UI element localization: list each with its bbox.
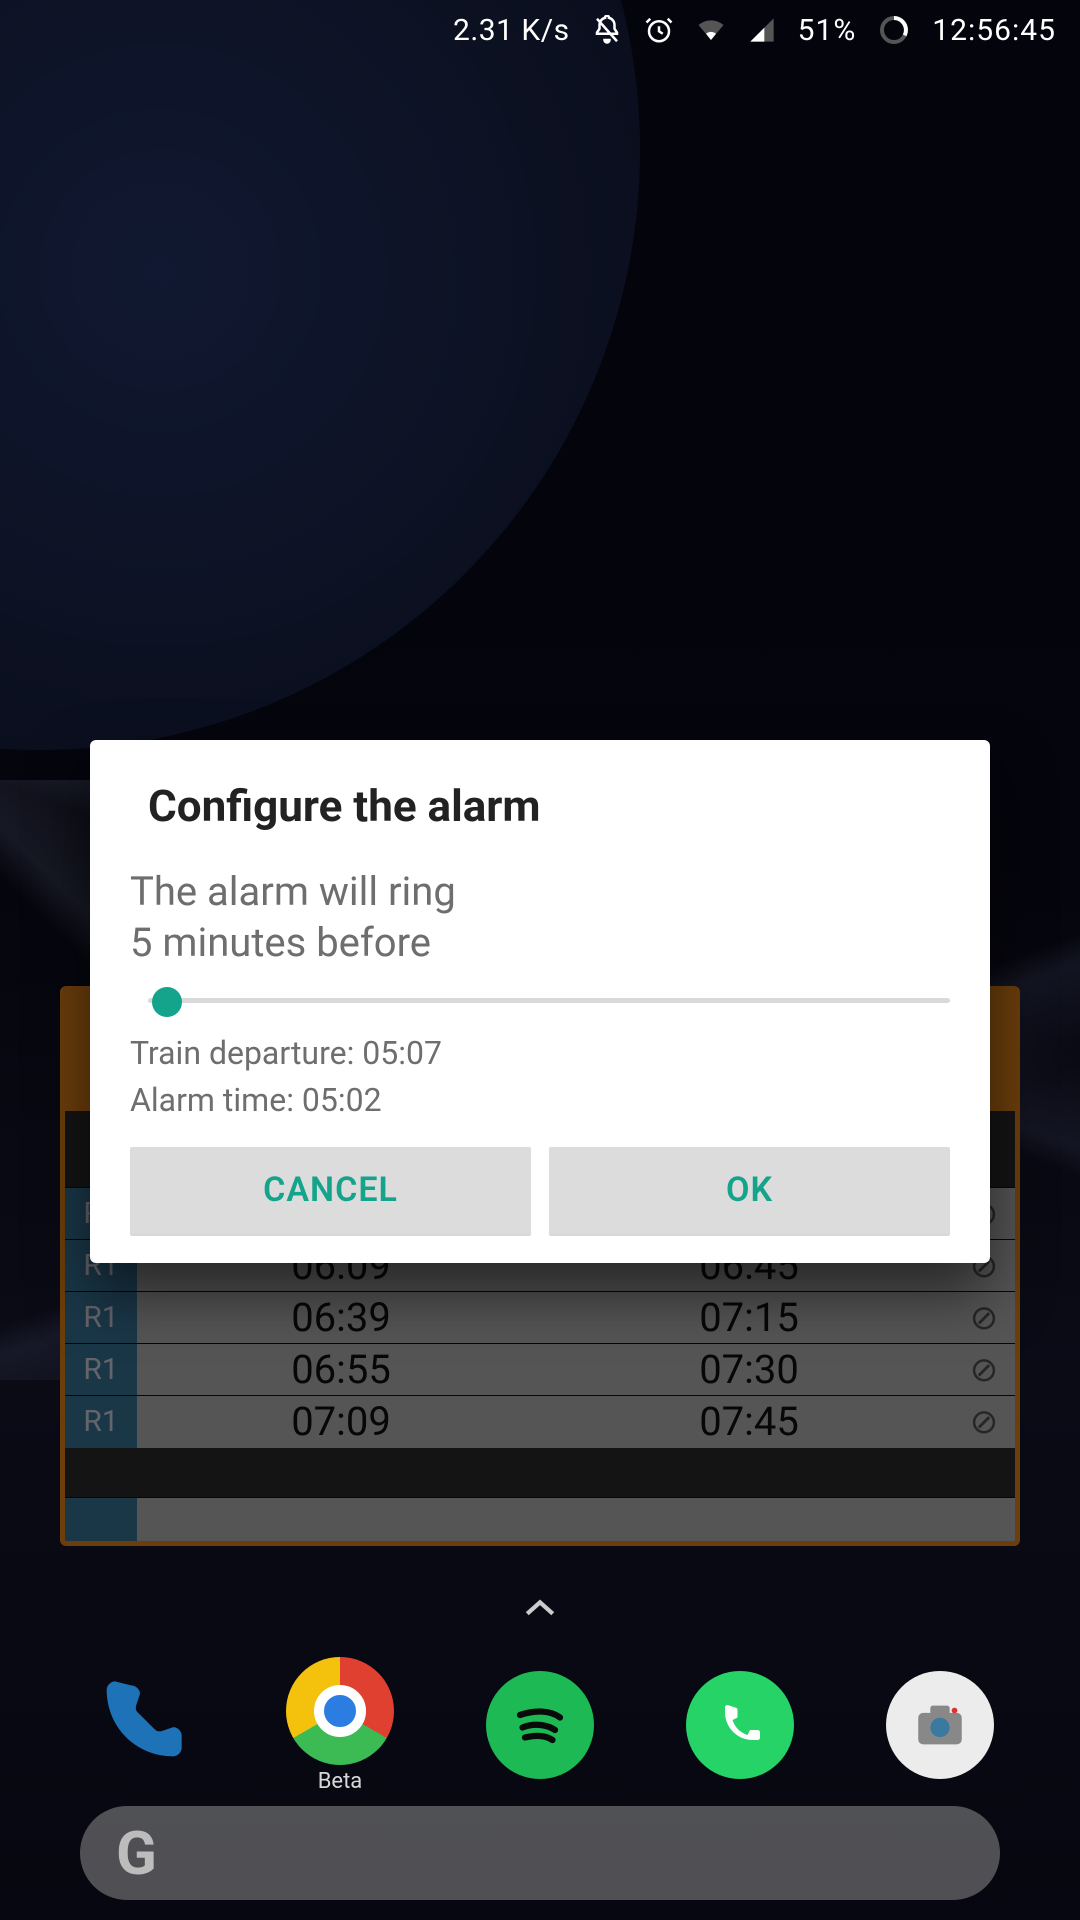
- battery-percent: 51%: [798, 13, 857, 48]
- slider-thumb[interactable]: [152, 987, 182, 1017]
- dnd-bell-off-icon: [592, 15, 622, 45]
- chrome-app[interactable]: Beta: [280, 1657, 400, 1794]
- ok-button[interactable]: OK: [549, 1147, 950, 1233]
- cell-signal-icon: [748, 16, 776, 44]
- whatsapp-app[interactable]: [680, 1671, 800, 1779]
- battery-ring-icon: [878, 14, 910, 46]
- google-g-icon: G: [116, 1818, 157, 1889]
- chrome-icon: [286, 1657, 394, 1765]
- status-time: 12:56:45: [932, 13, 1056, 48]
- phone-icon: [90, 1673, 190, 1777]
- slider-track: [148, 998, 950, 1003]
- train-departure-label: Train departure: 05:07: [130, 1032, 950, 1074]
- alarm-will-ring-label: The alarm will ring: [130, 866, 950, 917]
- configure-alarm-dialog: Configure the alarm The alarm will ring …: [90, 740, 990, 1263]
- minutes-before-slider[interactable]: [148, 980, 950, 1022]
- app-drawer-handle-icon[interactable]: [0, 1588, 1080, 1628]
- spotify-app[interactable]: [480, 1671, 600, 1779]
- dock: Beta: [0, 1650, 1080, 1800]
- camera-app[interactable]: [880, 1671, 1000, 1779]
- wifi-weak-icon: [696, 15, 726, 45]
- status-bar: 2.31 K/s 51% 12:56:45: [0, 0, 1080, 60]
- network-speed: 2.31 K/s: [453, 13, 570, 48]
- dialog-title: Configure the alarm: [130, 780, 950, 866]
- google-search-bar[interactable]: G: [80, 1806, 1000, 1900]
- alarm-clock-icon: [644, 15, 674, 45]
- minutes-before-label: 5 minutes before: [130, 917, 950, 968]
- alarm-time-label: Alarm time: 05:02: [130, 1079, 950, 1121]
- phone-app[interactable]: [80, 1673, 200, 1777]
- chrome-beta-label: Beta: [318, 1769, 363, 1794]
- whatsapp-icon: [686, 1671, 794, 1779]
- spotify-icon: [486, 1671, 594, 1779]
- cancel-button[interactable]: CANCEL: [130, 1147, 531, 1233]
- camera-icon: [886, 1671, 994, 1779]
